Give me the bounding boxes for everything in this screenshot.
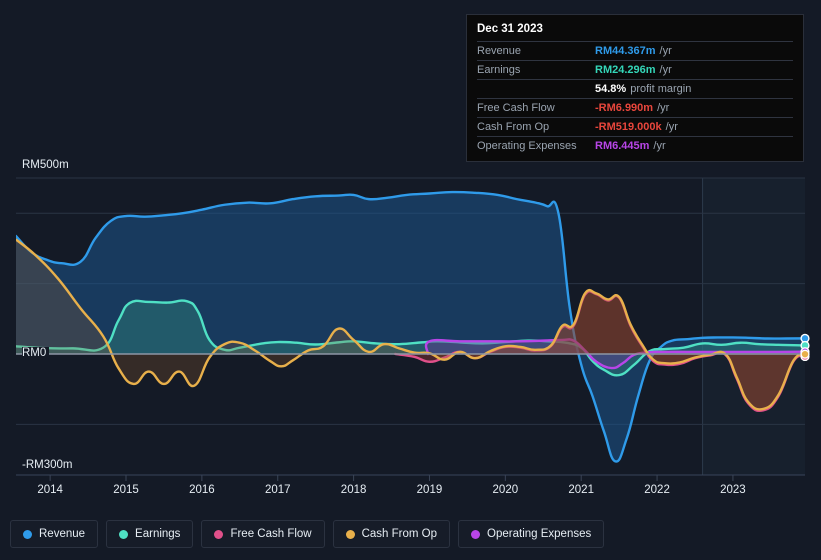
tooltip-row-label: Operating Expenses (477, 140, 577, 152)
x-axis-tick-2019: 2019 (416, 484, 443, 496)
tooltip-row-value: RM44.367m (595, 45, 656, 57)
y-axis-label-bottom: -RM300m (22, 459, 76, 471)
x-axis-tick-2015: 2015 (113, 484, 139, 496)
legend-color-dot (471, 529, 481, 539)
tooltip-row-label: Cash From Op (477, 121, 550, 133)
tooltip-rows: Revenue RM44.367m/yr Earnings RM24.296m/yr 5… (477, 41, 793, 155)
chart-legend[interactable]: Revenue Earnings Free Cash Flow Cash From O… (10, 520, 605, 548)
legend-label: Operating Expenses (487, 528, 592, 540)
legend-item-free-cash-flow[interactable]: Free Cash Flow (201, 520, 325, 548)
x-axis-tick-2022: 2022 (644, 484, 670, 496)
tooltip-row-unit: profit margin (630, 83, 692, 95)
finance-chart-page: RM500m RM0 -RM300m 2014 2015 2016 2017 2018 2… (0, 0, 821, 560)
legend-color-dot (23, 529, 32, 539)
x-axis-tick-2018: 2018 (340, 484, 367, 496)
legend-color-dot (119, 529, 129, 539)
x-axis-tick-2023: 2023 (720, 484, 746, 496)
tooltip-row-value: -RM519.000k (595, 121, 662, 133)
tooltip-row-value: -RM6.990m (595, 102, 654, 114)
tooltip-row: Free Cash Flow -RM6.990m/yr (477, 98, 793, 117)
legend-item-cash-from-op[interactable]: Cash From Op (332, 520, 451, 548)
tooltip-row-unit: /yr (665, 121, 678, 133)
tooltip-row: 54.8% profit margin (477, 79, 793, 98)
tooltip-row-unit: /yr (659, 64, 672, 76)
legend-item-revenue[interactable]: Revenue (10, 520, 99, 548)
legend-label: Revenue (39, 528, 86, 540)
y-axis-label-zero: RM0 (22, 347, 50, 359)
x-axis-tick-2021: 2021 (568, 484, 594, 496)
legend-color-dot (345, 529, 355, 539)
tooltip-row-unit: /yr (659, 45, 672, 57)
legend-color-dot (214, 529, 224, 539)
legend-label: Cash From Op (361, 528, 438, 540)
endpoint-marker (800, 349, 810, 359)
legend-item-earnings[interactable]: Earnings (106, 520, 194, 548)
tooltip-row: Revenue RM44.367m/yr (477, 41, 793, 60)
tooltip-row-unit: /yr (653, 140, 666, 152)
tooltip-row: Cash From Op -RM519.000k/yr (477, 117, 793, 136)
tooltip-row-value: 54.8% (595, 83, 627, 95)
tooltip-row-value: RM24.296m (595, 64, 656, 76)
tooltip-row: Earnings RM24.296m/yr (477, 60, 793, 79)
tooltip-row-label: Revenue (477, 45, 522, 57)
legend-label: Free Cash Flow (230, 528, 312, 540)
legend-label: Earnings (135, 528, 181, 540)
tooltip-date: Dec 31 2023 (477, 23, 543, 35)
x-axis-tick-2017: 2017 (264, 484, 291, 496)
x-axis-tick-2020: 2020 (492, 484, 519, 496)
x-axis-tick-2016: 2016 (189, 484, 215, 496)
data-tooltip: Dec 31 2023 Revenue RM44.367m/yr Earnings R… (466, 14, 804, 162)
tooltip-row: Operating Expenses RM6.445m/yr (477, 136, 793, 155)
tooltip-row-value: RM6.445m (595, 140, 650, 152)
y-axis-label-top: RM500m (22, 159, 72, 171)
tooltip-row-label: Free Cash Flow (477, 102, 555, 114)
tooltip-row-unit: /yr (657, 102, 670, 114)
tooltip-row-label: Earnings (477, 64, 521, 76)
x-axis-tick-2014: 2014 (37, 484, 63, 496)
legend-item-operating-expenses[interactable]: Operating Expenses (458, 520, 605, 548)
